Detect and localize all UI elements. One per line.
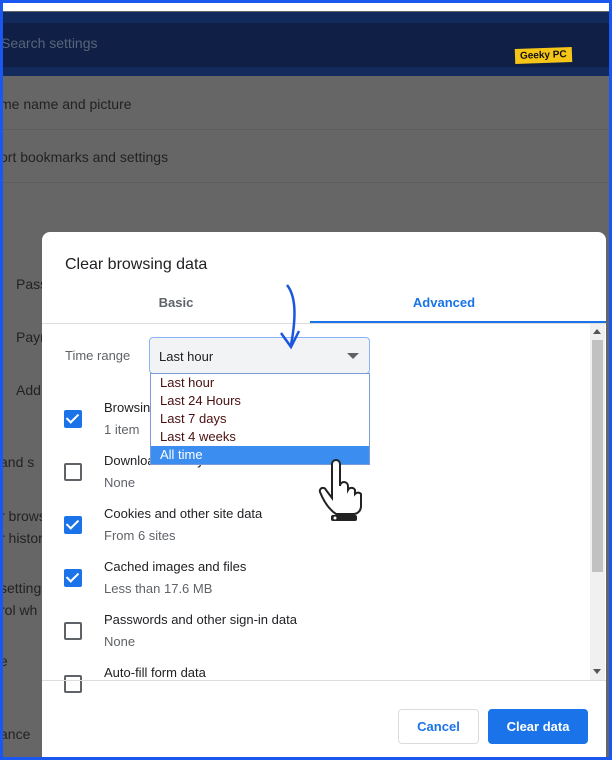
checkbox[interactable] <box>64 516 82 534</box>
scrollbar-thumb[interactable] <box>592 340 603 572</box>
search-bar[interactable]: Search settings Geeky PC <box>3 23 609 67</box>
item-subtitle: None <box>104 475 136 490</box>
bg-item: ance <box>3 726 31 742</box>
checkbox[interactable] <box>64 463 82 481</box>
bg-item: r histor <box>3 530 43 546</box>
pointer-hand-icon <box>318 459 362 521</box>
bg-item: Payr <box>16 329 45 345</box>
scroll-up-icon[interactable] <box>593 329 601 334</box>
item-title: Cookies and other site data <box>104 506 263 521</box>
time-range-options: Last hour Last 24 Hours Last 7 days Last… <box>150 373 370 465</box>
time-range-label: Time range <box>65 348 131 363</box>
item-title: Cached images and files <box>104 559 247 574</box>
bg-item: r brows <box>3 508 46 524</box>
bg-item: and s <box>3 454 35 470</box>
arrow-annotation-icon <box>279 284 301 350</box>
item-title: Passwords and other sign-in data <box>104 612 297 627</box>
geeky-pc-logo: Geeky PC <box>514 47 572 64</box>
cancel-button[interactable]: Cancel <box>398 709 479 744</box>
item-subtitle: None <box>104 634 136 649</box>
tab-basic[interactable]: Basic <box>42 295 310 310</box>
bg-item: Add <box>16 382 41 398</box>
dialog-title: Clear browsing data <box>65 256 208 273</box>
settings-header: Search settings Geeky PC <box>3 12 609 76</box>
item-title: Auto-fill form data <box>104 665 206 680</box>
search-input[interactable]: Search settings <box>3 35 98 51</box>
item-subtitle: 1 item <box>104 422 140 437</box>
checkbox[interactable] <box>64 675 82 693</box>
option-last-hour[interactable]: Last hour <box>151 374 369 392</box>
dropdown-caret-icon <box>347 353 359 359</box>
option-last-7-days[interactable]: Last 7 days <box>151 410 369 428</box>
bg-item: e <box>3 653 8 669</box>
checkbox[interactable] <box>64 569 82 587</box>
bg-item: setting <box>3 580 42 596</box>
divider <box>42 680 606 681</box>
checkbox[interactable] <box>64 410 82 428</box>
time-range-value: Last hour <box>159 349 214 364</box>
top-strip <box>3 3 609 11</box>
item-subtitle: From 6 sites <box>104 528 176 543</box>
bg-item: ort bookmarks and settings <box>3 149 169 165</box>
option-last-24-hours[interactable]: Last 24 Hours <box>151 392 369 410</box>
time-range-select[interactable]: Last hour <box>149 337 370 374</box>
checkbox[interactable] <box>64 622 82 640</box>
bg-item: rol wh <box>3 602 38 618</box>
bg-item: me name and picture <box>3 96 132 112</box>
clear-data-button[interactable]: Clear data <box>488 709 588 744</box>
item-subtitle: Less than 17.6 MB <box>104 581 213 596</box>
tab-advanced[interactable]: Advanced <box>310 295 578 310</box>
scroll-down-icon[interactable] <box>593 669 601 674</box>
divider <box>42 323 606 324</box>
option-last-4-weeks[interactable]: Last 4 weeks <box>151 428 369 446</box>
browser-window: Search settings Geeky PC me name and pic… <box>3 3 609 757</box>
scrollbar[interactable] <box>590 324 605 680</box>
